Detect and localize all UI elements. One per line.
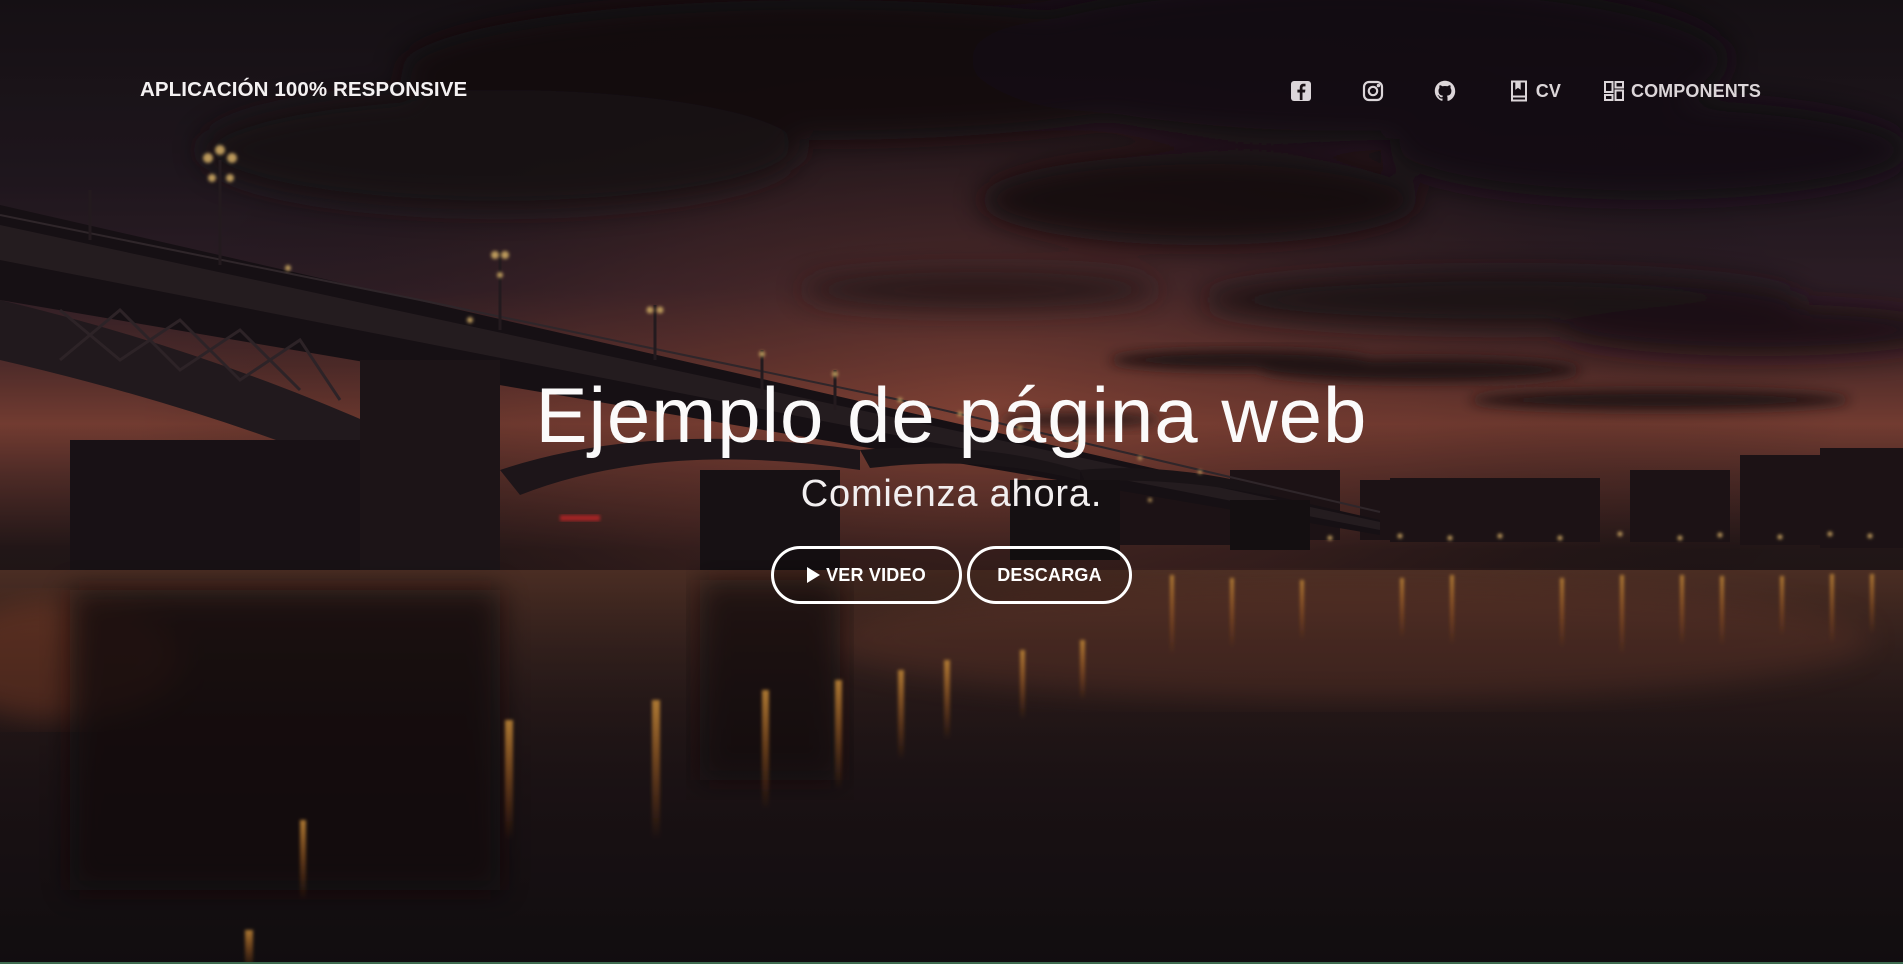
facebook-link[interactable] xyxy=(1288,78,1314,104)
play-icon xyxy=(807,567,821,583)
dashboard-icon xyxy=(1601,78,1627,104)
hero-title: Ejemplo de página web xyxy=(535,371,1368,459)
cv-link[interactable]: CV xyxy=(1506,78,1561,104)
descarga-button[interactable]: DESCARGA xyxy=(967,546,1132,604)
hero-content: Ejemplo de página web Comienza ahora. VE… xyxy=(0,370,1903,604)
hero-section: APLICACIÓN 100% RESPONSIVE CV COMPONENTS… xyxy=(0,0,1903,964)
nav-links: CV COMPONENTS xyxy=(1288,76,1761,106)
hero-subtitle: Comienza ahora. xyxy=(800,473,1103,515)
hero-buttons: VER VIDEO DESCARGA xyxy=(0,546,1903,604)
cv-label: CV xyxy=(1535,80,1561,101)
instagram-link[interactable] xyxy=(1360,78,1386,104)
navbar: APLICACIÓN 100% RESPONSIVE CV COMPONENTS xyxy=(0,0,1903,182)
github-link[interactable] xyxy=(1432,78,1458,104)
descarga-label: DESCARGA xyxy=(997,564,1102,585)
book-icon xyxy=(1506,78,1532,104)
facebook-icon xyxy=(1288,78,1314,104)
components-link[interactable]: COMPONENTS xyxy=(1601,78,1761,104)
components-label: COMPONENTS xyxy=(1630,80,1761,101)
brand-link[interactable]: APLICACIÓN 100% RESPONSIVE xyxy=(140,78,467,102)
ver-video-button[interactable]: VER VIDEO xyxy=(771,546,962,604)
ver-video-label: VER VIDEO xyxy=(826,564,926,585)
instagram-icon xyxy=(1360,78,1386,104)
github-icon xyxy=(1432,78,1458,104)
